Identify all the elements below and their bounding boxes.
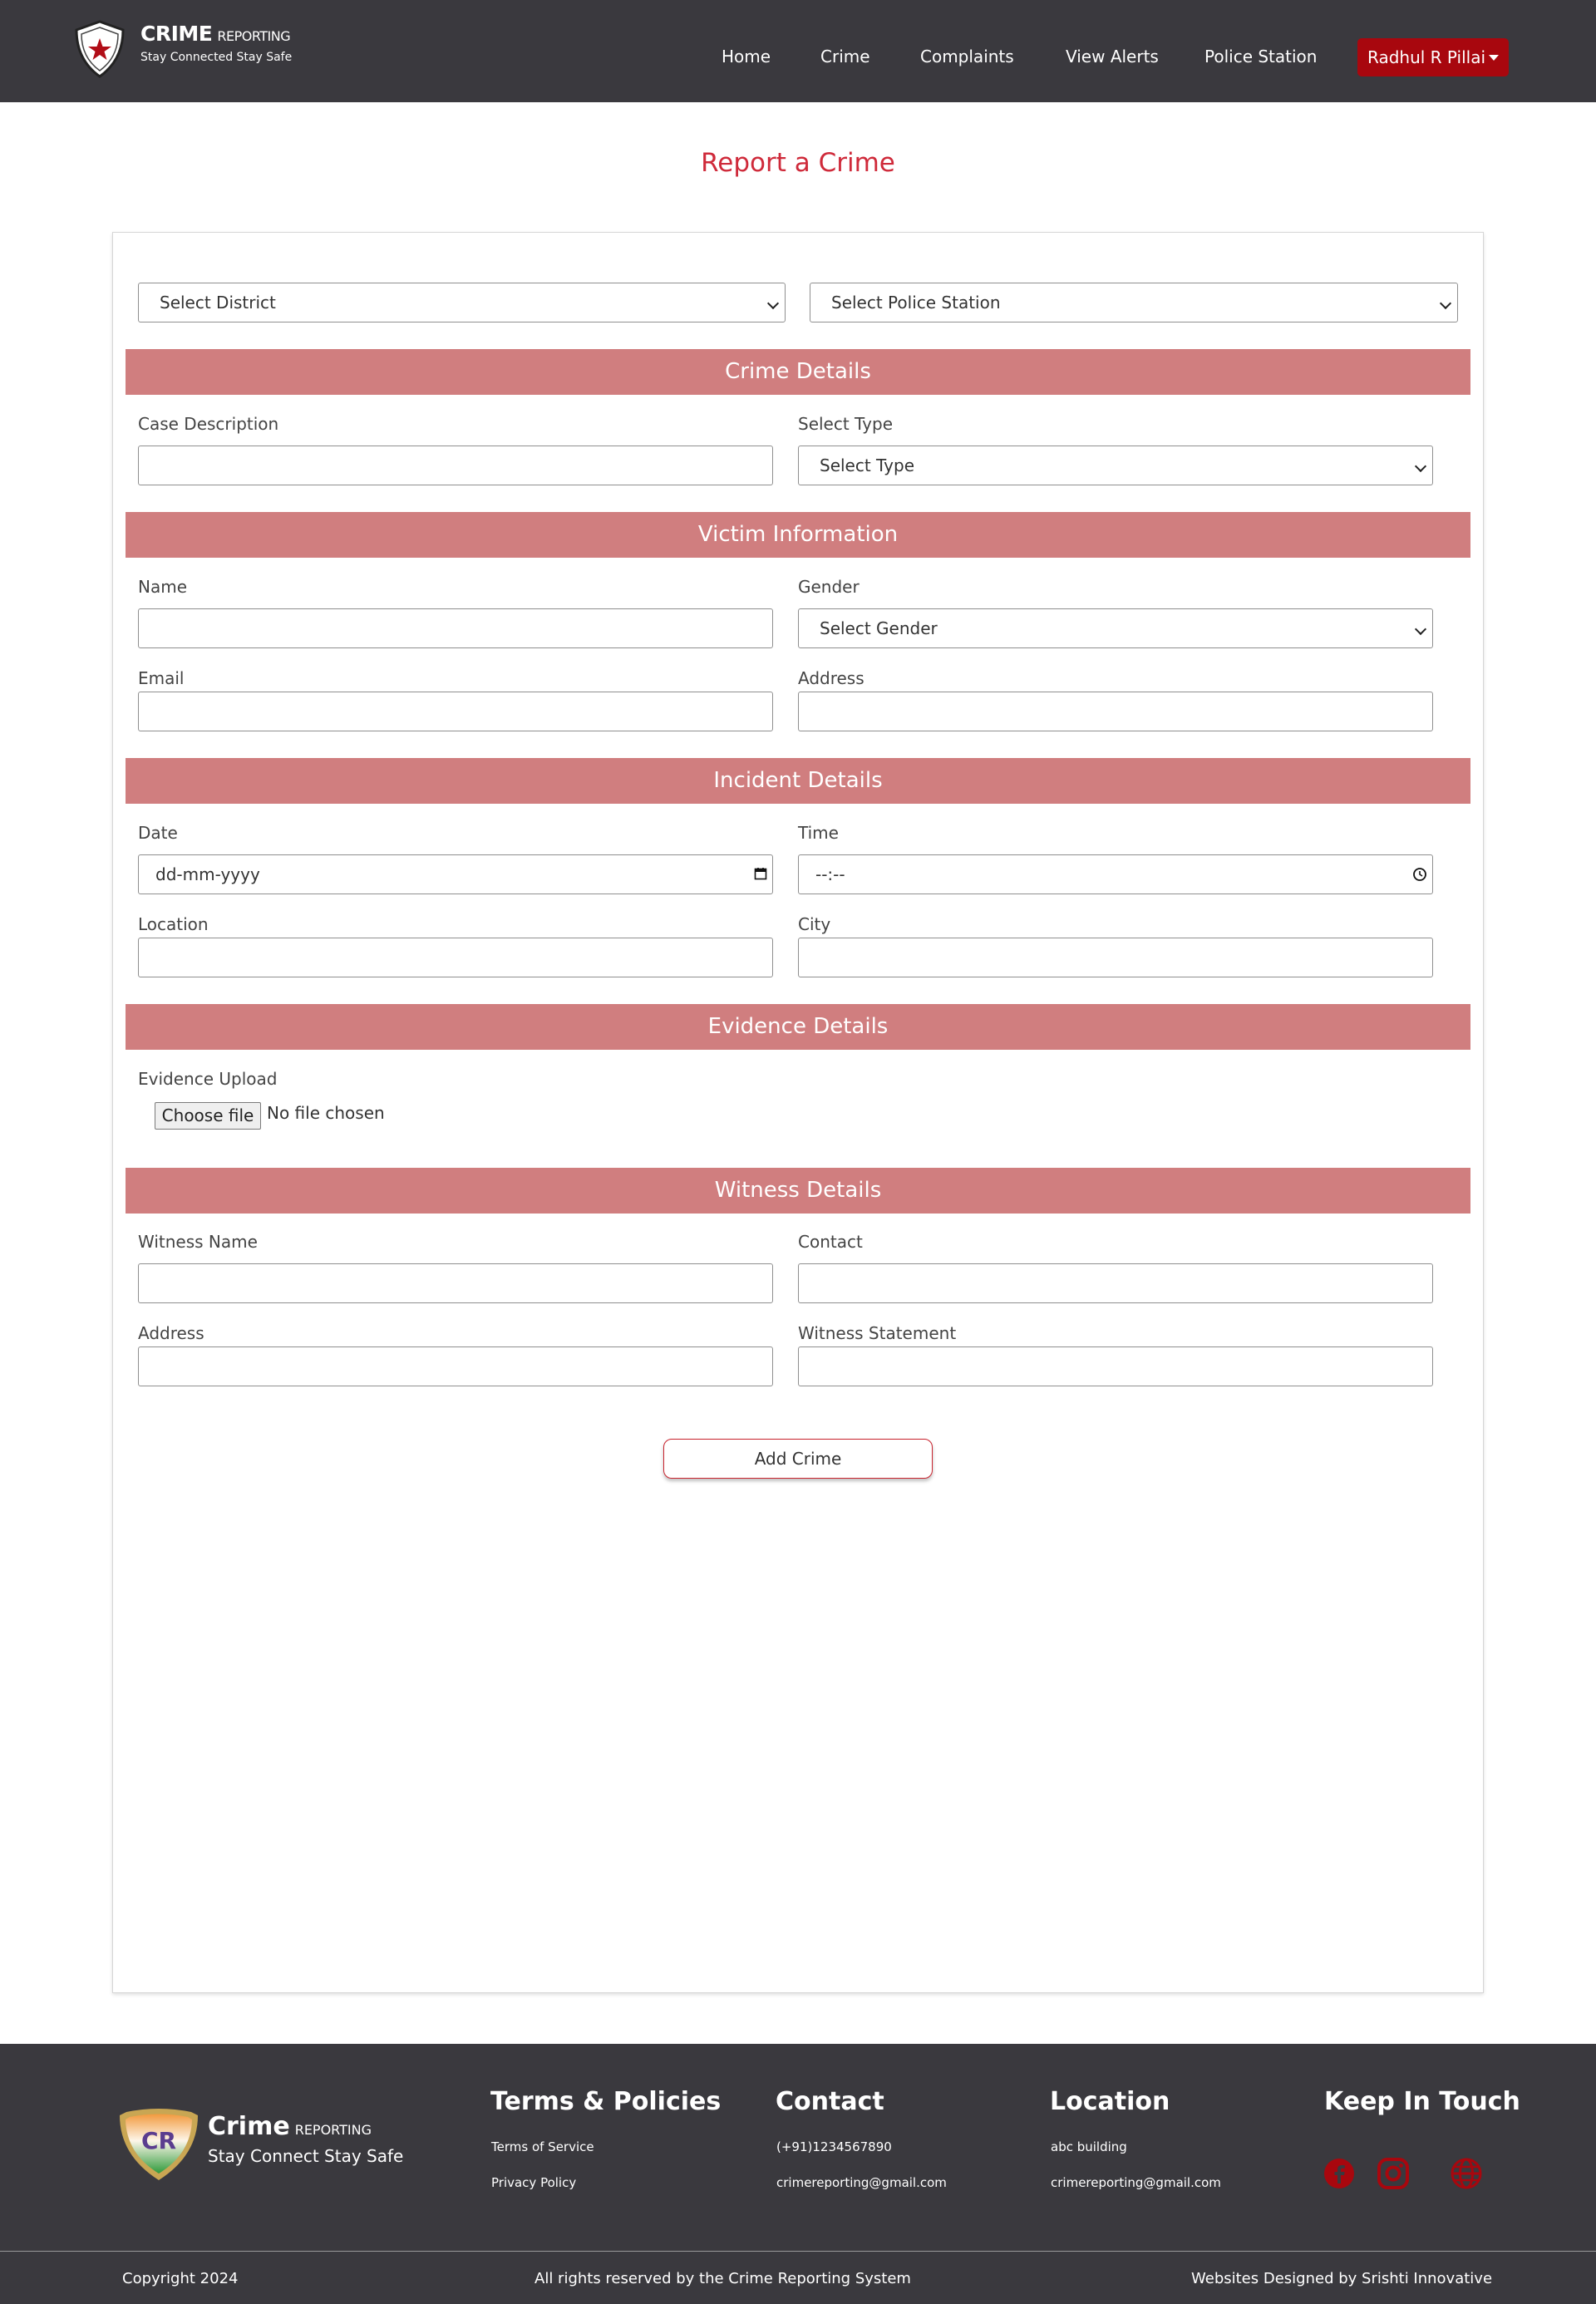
label-select-type: Select Type [798,414,893,434]
gender-select[interactable]: Select Gender [798,608,1433,648]
footer-brand-title: Crime REPORTING [208,2112,372,2141]
incident-location-input[interactable] [138,938,773,977]
contact-phone: (+91)1234567890 [776,2139,892,2154]
nav-view-alerts[interactable]: View Alerts [1066,47,1159,66]
label-witness-name: Witness Name [138,1232,258,1252]
time-placeholder: --:-- [815,864,845,884]
witness-address-input[interactable] [138,1346,773,1386]
label-gender: Gender [798,577,860,597]
brand-title: CRIME REPORTING [140,22,291,46]
district-select[interactable]: Select District [138,283,786,322]
footer-terms-heading: Terms & Policies [490,2087,722,2116]
incident-city-input[interactable] [798,938,1433,977]
chevron-down-icon [1414,623,1427,636]
witness-name-input[interactable] [138,1263,773,1303]
label-city: City [798,914,831,934]
label-time: Time [798,823,839,843]
label-location: Location [138,914,209,934]
calendar-icon[interactable] [754,867,767,880]
incident-time-input[interactable]: --:-- [798,854,1433,894]
user-menu-button[interactable]: Radhul R Pillai [1357,38,1509,76]
section-crime-details: Crime Details [126,349,1470,395]
footer [0,2044,1596,2304]
add-crime-button[interactable]: Add Crime [663,1439,933,1479]
footer-divider [0,2251,1596,2252]
victim-address-input[interactable] [798,692,1433,731]
case-description-input[interactable] [138,446,773,485]
label-witness-address: Address [138,1323,204,1343]
privacy-policy-link[interactable]: Privacy Policy [491,2175,576,2190]
crime-type-select[interactable]: Select Type [798,446,1433,485]
globe-icon[interactable] [1451,2158,1482,2189]
label-date: Date [138,823,178,843]
logo-text: CR [141,2127,176,2154]
crime-reporting-shield-logo-icon[interactable]: CR [115,2107,203,2183]
label-case-description: Case Description [138,414,279,434]
label-contact: Contact [798,1232,863,1252]
nav-complaints[interactable]: Complaints [920,47,1014,66]
footer-location-heading: Location [1050,2087,1170,2116]
contact-email[interactable]: crimereporting@gmail.com [776,2175,947,2190]
terms-of-service-link[interactable]: Terms of Service [491,2139,594,2154]
nav-home[interactable]: Home [722,47,771,66]
brand-tagline: Stay Connected Stay Safe [140,51,293,64]
chevron-down-icon [1414,460,1427,473]
victim-name-input[interactable] [138,608,773,648]
footer-rights: All rights reserved by the Crime Reporti… [534,2270,911,2287]
label-address: Address [798,668,864,688]
page-title: Report a Crime [701,148,895,178]
section-incident-details: Incident Details [126,758,1470,804]
label-email: Email [138,668,185,688]
label-evidence-upload: Evidence Upload [138,1069,278,1089]
nav-police-station[interactable]: Police Station [1204,47,1317,66]
section-victim-information: Victim Information [126,512,1470,558]
choose-file-button[interactable]: Choose file [155,1102,261,1130]
instagram-icon[interactable] [1377,2158,1409,2189]
section-evidence-details: Evidence Details [126,1004,1470,1050]
label-witness-statement: Witness Statement [798,1323,957,1343]
victim-email-input[interactable] [138,692,773,731]
location-address: abc building [1051,2139,1127,2154]
label-name: Name [138,577,188,597]
police-badge-logo-icon[interactable] [73,20,126,78]
witness-contact-input[interactable] [798,1263,1433,1303]
police-station-select[interactable]: Select Police Station [810,283,1458,322]
incident-date-input[interactable]: dd-mm-yyyy [138,854,773,894]
clock-icon[interactable] [1412,867,1427,882]
nav-crime[interactable]: Crime [820,47,870,66]
footer-contact-heading: Contact [776,2087,884,2116]
footer-copyright: Copyright 2024 [122,2270,239,2287]
footer-keep-in-touch-heading: Keep In Touch [1324,2087,1520,2116]
chevron-down-icon [766,297,780,310]
date-placeholder: dd-mm-yyyy [155,864,260,884]
facebook-icon[interactable] [1323,2158,1355,2189]
chevron-down-icon [1439,297,1452,310]
footer-brand-tagline: Stay Connect Stay Safe [208,2146,404,2166]
location-email[interactable]: crimereporting@gmail.com [1051,2175,1221,2190]
footer-designed-by[interactable]: Websites Designed by Srishti Innovative [1191,2270,1492,2287]
caret-down-icon [1489,55,1500,61]
section-witness-details: Witness Details [126,1168,1470,1214]
witness-statement-input[interactable] [798,1346,1433,1386]
file-status-text: No file chosen [267,1103,385,1123]
